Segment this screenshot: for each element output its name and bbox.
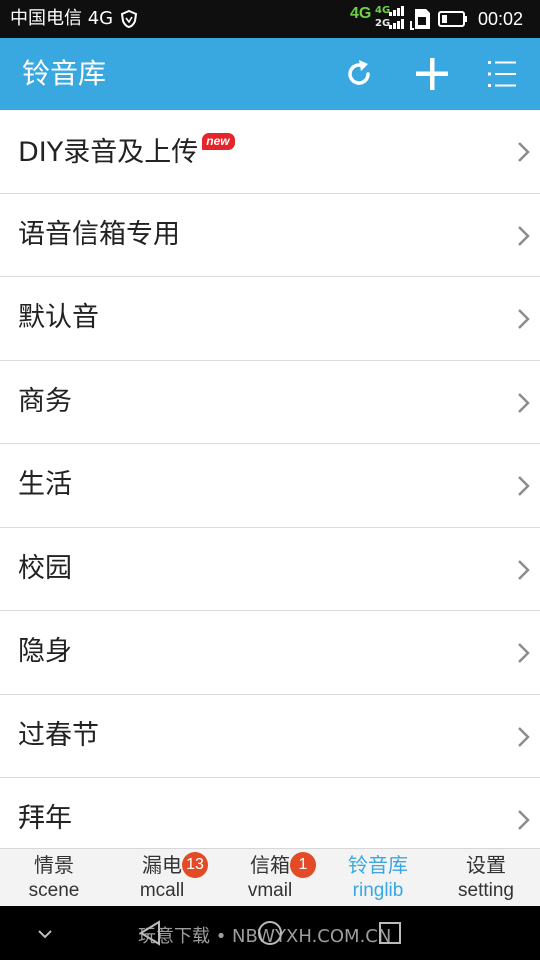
- list-item-label: 生活: [18, 469, 72, 500]
- tab-ringlib[interactable]: 铃音库 ringlib: [324, 849, 432, 907]
- chevron-down-icon[interactable]: [30, 922, 60, 946]
- tab-label-en: ringlib: [352, 880, 404, 901]
- tab-label-en: vmail: [247, 880, 293, 901]
- chevron-right-icon: [518, 643, 530, 663]
- bottom-tab-bar: 情景 scene 漏电 mcall 13 信箱 vmail 1 铃音库 ring…: [0, 848, 540, 906]
- tab-label-cn: 铃音库: [348, 853, 408, 877]
- chevron-right-icon: [518, 726, 530, 747]
- chevron-right-icon: [518, 225, 530, 246]
- clock-time: 00:02: [478, 9, 524, 29]
- missed-call-count-badge: 13: [182, 852, 208, 878]
- list-item-spring-festival[interactable]: 过春节: [0, 695, 540, 778]
- tab-scene[interactable]: 情景 scene: [0, 849, 108, 907]
- tab-label-en: setting: [458, 880, 514, 901]
- system-nav-bar: 玩意下载 • NBWYXH.COM.CN: [0, 906, 540, 960]
- list-menu-icon[interactable]: [482, 52, 526, 96]
- list-item-label: 过春节: [18, 719, 99, 751]
- chevron-right-icon: [518, 476, 530, 496]
- tab-vmail[interactable]: 信箱 vmail 1: [216, 849, 324, 907]
- add-icon[interactable]: [410, 52, 454, 96]
- tab-label-en: mcall: [139, 880, 185, 901]
- list-item-diy[interactable]: DIY录音及上传 new: [0, 110, 540, 194]
- tab-label-cn: 设置: [466, 853, 506, 877]
- chevron-right-icon: [518, 810, 530, 830]
- network-type-label: 4G: [350, 5, 372, 22]
- sim-card-icon: [410, 9, 430, 30]
- category-list: DIY录音及上传 new 语音信箱专用 默认音 商务 生活 校园 隐身 过春节 拜…: [0, 110, 540, 848]
- list-item-invisible[interactable]: 隐身: [0, 611, 540, 695]
- list-item-label: 默认音: [18, 302, 99, 333]
- tab-setting[interactable]: 设置 setting: [432, 849, 540, 907]
- status-bar: 中国电信 4G 4G 4G 2G 00:02: [0, 0, 540, 38]
- app-bar: 铃音库: [0, 38, 540, 110]
- refresh-icon[interactable]: [337, 52, 381, 96]
- list-item-label: 语音信箱专用: [18, 218, 180, 250]
- page-title: 铃音库: [22, 57, 107, 90]
- carrier-label: 中国电信 4G: [10, 8, 114, 29]
- tab-label-cn: 情景: [34, 853, 74, 877]
- new-badge: new: [202, 133, 235, 150]
- watermark-text: 玩意下载 • NBWYXH.COM.CN: [138, 926, 392, 947]
- list-item-life[interactable]: 生活: [0, 444, 540, 528]
- dual-sim-signal-icon: 4G 2G: [375, 5, 405, 31]
- list-item-campus[interactable]: 校园: [0, 528, 540, 611]
- shield-icon: [120, 9, 138, 29]
- list-item-label: 商务: [18, 385, 72, 417]
- chevron-right-icon: [518, 309, 530, 329]
- chevron-right-icon: [518, 392, 530, 413]
- list-item-label: 拜年: [18, 803, 72, 834]
- list-item-label: 校园: [18, 552, 72, 584]
- chevron-right-icon: [518, 142, 530, 162]
- list-item-new-year[interactable]: 拜年: [0, 778, 540, 848]
- voicemail-count-badge: 1: [290, 852, 316, 878]
- list-item-business[interactable]: 商务: [0, 361, 540, 444]
- tab-label-en: scene: [28, 880, 80, 901]
- list-item-label: DIY录音及上传 new: [18, 133, 235, 171]
- list-item-default[interactable]: 默认音: [0, 277, 540, 361]
- list-item-voicemail[interactable]: 语音信箱专用: [0, 194, 540, 277]
- battery-icon: [438, 11, 467, 27]
- list-item-label: 隐身: [18, 636, 72, 667]
- chevron-right-icon: [518, 559, 530, 580]
- tab-mcall[interactable]: 漏电 mcall 13: [108, 849, 216, 907]
